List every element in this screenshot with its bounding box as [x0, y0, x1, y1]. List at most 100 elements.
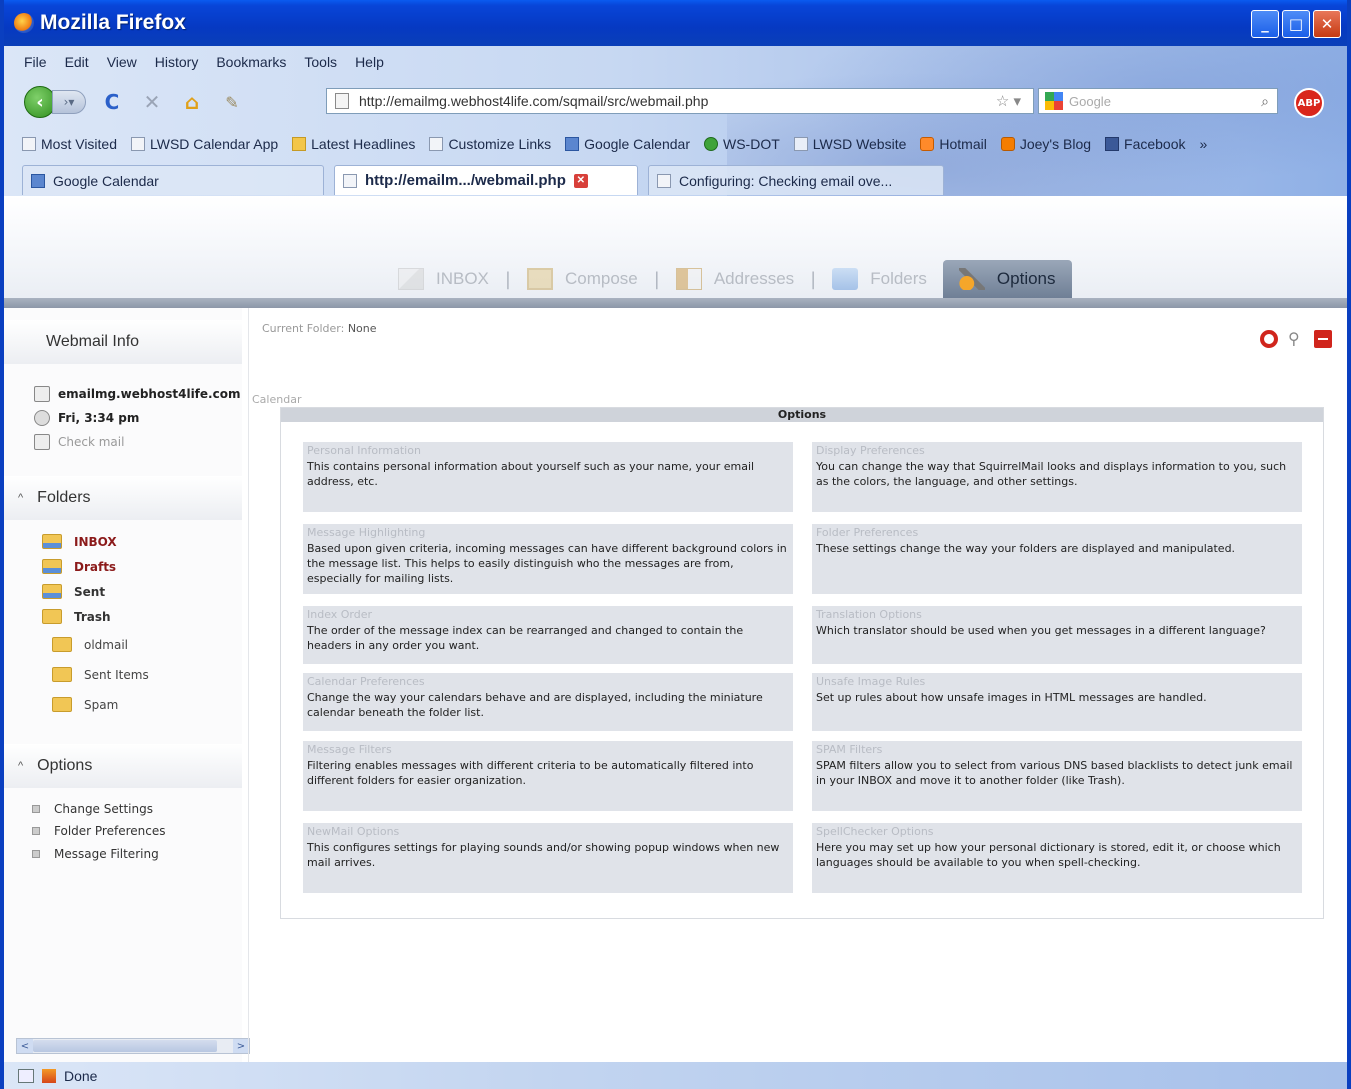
menu-bar: File Edit View History Bookmarks Tools H… — [4, 46, 384, 78]
calendar-icon — [565, 137, 580, 151]
scroll-right-icon[interactable]: > — [233, 1039, 249, 1053]
folder-spam[interactable]: Spam — [52, 697, 118, 712]
bookmark-star-icon[interactable]: ✎ — [218, 88, 246, 116]
firebug-icon[interactable] — [42, 1068, 56, 1083]
search-icon[interactable]: ⚲ — [1288, 331, 1304, 347]
logout-icon[interactable] — [1314, 330, 1332, 348]
folder-sent-items[interactable]: Sent Items — [52, 667, 149, 682]
menu-help[interactable]: Help — [355, 54, 384, 70]
status-text: Done — [64, 1067, 98, 1084]
nav-compose[interactable]: Compose — [511, 260, 654, 298]
bookmark-lwsd-website[interactable]: LWSD Website — [793, 136, 906, 152]
bookmark-hotmail[interactable]: Hotmail — [920, 136, 987, 152]
status-bar: Done — [4, 1062, 1347, 1089]
sidebar: Webmail Info emailmg.webhost4life.com Fr… — [4, 308, 250, 1062]
search-icon[interactable]: ⌕ — [1261, 93, 1269, 110]
menu-bookmarks[interactable]: Bookmarks — [216, 54, 286, 70]
folder-icon — [52, 637, 72, 652]
nav-inbox[interactable]: INBOX — [382, 260, 505, 298]
folders-header[interactable]: ^ Folders — [4, 476, 242, 520]
bookmarks-overflow-chevron[interactable]: » — [1200, 136, 1208, 152]
tab-configuring[interactable]: Configuring: Checking email ove... — [648, 165, 944, 195]
bookmark-ws-dot[interactable]: WS-DOT — [704, 136, 780, 152]
blogger-icon — [1000, 137, 1015, 151]
menu-edit[interactable]: Edit — [65, 54, 89, 70]
option-index-order[interactable]: Index Order The order of the message ind… — [303, 606, 793, 664]
folder-drafts[interactable]: Drafts — [42, 559, 116, 574]
tab-webmail[interactable]: http://emailm.../webmail.php ✕ — [334, 165, 638, 195]
nav-addresses[interactable]: Addresses — [660, 260, 810, 298]
forward-button[interactable]: ›▾ — [52, 90, 86, 114]
page-actions: ⚲ — [1260, 330, 1332, 348]
menu-view[interactable]: View — [107, 54, 137, 70]
scroll-thumb[interactable] — [33, 1040, 217, 1052]
close-button[interactable]: ✕ — [1313, 10, 1341, 38]
reload-icon[interactable]: C — [98, 88, 126, 116]
wsdot-icon — [704, 137, 718, 151]
nav-folders[interactable]: Folders — [816, 260, 943, 298]
option-message-filters[interactable]: Message Filters Filtering enables messag… — [303, 741, 793, 811]
option-translation-options[interactable]: Translation Options Which translator sho… — [812, 606, 1302, 664]
bookmark-google-calendar[interactable]: Google Calendar — [565, 136, 690, 152]
stop-icon[interactable]: ✕ — [138, 88, 166, 116]
home-icon[interactable]: ⌂ — [178, 88, 206, 116]
check-mail-link[interactable]: Check mail — [34, 434, 124, 450]
sent-folder-icon — [42, 584, 62, 599]
page-content: INBOX | Compose | Addresses | Folders Op… — [4, 196, 1347, 1062]
firefox-icon — [14, 13, 34, 33]
search-bar[interactable]: Google ⌕ — [1038, 88, 1278, 114]
adblock-icon[interactable]: ABP — [1294, 88, 1324, 118]
option-spam-filters[interactable]: SPAM Filters SPAM filters allow you to s… — [812, 741, 1302, 811]
folder-inbox[interactable]: INBOX — [42, 534, 117, 549]
option-personal-information[interactable]: Personal Information This contains perso… — [303, 442, 793, 512]
refresh-icon[interactable] — [1260, 330, 1278, 348]
squirrelmail-nav: INBOX | Compose | Addresses | Folders Op… — [382, 260, 1072, 298]
option-display-preferences[interactable]: Display Preferences You can change the w… — [812, 442, 1302, 512]
options-header[interactable]: ^ Options — [4, 744, 242, 788]
star-icon[interactable]: ☆ ▾ — [996, 92, 1021, 110]
sidebar-scrollbar[interactable]: < > — [16, 1038, 250, 1054]
nav-options[interactable]: Options — [942, 260, 1072, 298]
link-message-filtering[interactable]: Message Filtering — [32, 847, 159, 861]
option-calendar-preferences[interactable]: Calendar Preferences Change the way your… — [303, 673, 793, 731]
calendar-link[interactable]: Calendar — [252, 393, 301, 406]
menu-tools[interactable]: Tools — [304, 54, 337, 70]
bookmark-latest-headlines[interactable]: Latest Headlines — [292, 136, 415, 152]
close-tab-icon[interactable]: ✕ — [573, 173, 588, 188]
menu-file[interactable]: File — [24, 54, 47, 70]
bookmark-customize-links[interactable]: Customize Links — [429, 136, 551, 152]
link-change-settings[interactable]: Change Settings — [32, 802, 153, 816]
bookmarks-bar: Most Visited LWSD Calendar App Latest He… — [4, 130, 1347, 158]
title-bar: Mozilla Firefox _ □ ✕ — [4, 0, 1347, 46]
url-bar[interactable]: http://emailmg.webhost4life.com/sqmail/s… — [326, 88, 1034, 114]
option-message-highlighting[interactable]: Message Highlighting Based upon given cr… — [303, 524, 793, 594]
bookmark-facebook[interactable]: Facebook — [1105, 136, 1186, 152]
tab-google-calendar[interactable]: Google Calendar — [22, 165, 324, 195]
folder-sent[interactable]: Sent — [42, 584, 105, 599]
bookmark-most-visited[interactable]: Most Visited — [22, 136, 117, 152]
option-folder-preferences[interactable]: Folder Preferences These settings change… — [812, 524, 1302, 594]
option-unsafe-image-rules[interactable]: Unsafe Image Rules Set up rules about ho… — [812, 673, 1302, 731]
bookmark-lwsd-calendar[interactable]: LWSD Calendar App — [131, 136, 278, 152]
folder-oldmail[interactable]: oldmail — [52, 637, 128, 652]
calendar-icon — [31, 173, 45, 188]
bookmark-joeys-blog[interactable]: Joey's Blog — [1000, 136, 1091, 152]
minimize-button[interactable]: _ — [1251, 10, 1279, 38]
maximize-button[interactable]: □ — [1282, 10, 1310, 38]
current-folder: Current Folder: None — [262, 322, 377, 335]
time-row: Fri, 3:34 pm — [34, 410, 139, 426]
option-newmail-options[interactable]: NewMail Options This configures settings… — [303, 823, 793, 893]
menu-history[interactable]: History — [155, 54, 199, 70]
tab-strip: Google Calendar http://emailm.../webmail… — [4, 163, 1347, 196]
browser-chrome: File Edit View History Bookmarks Tools H… — [4, 46, 1347, 196]
server-row: emailmg.webhost4life.com — [34, 386, 240, 402]
scroll-left-icon[interactable]: < — [17, 1039, 33, 1053]
folder-trash[interactable]: Trash — [42, 609, 111, 624]
google-icon[interactable] — [1045, 92, 1063, 110]
msn-butterfly-icon — [920, 137, 935, 151]
nav-underline-bar — [4, 298, 1347, 308]
bullet-icon — [32, 805, 40, 813]
link-folder-preferences[interactable]: Folder Preferences — [32, 824, 165, 838]
option-spellchecker-options[interactable]: SpellChecker Options Here you may set up… — [812, 823, 1302, 893]
folder-icon — [52, 697, 72, 712]
